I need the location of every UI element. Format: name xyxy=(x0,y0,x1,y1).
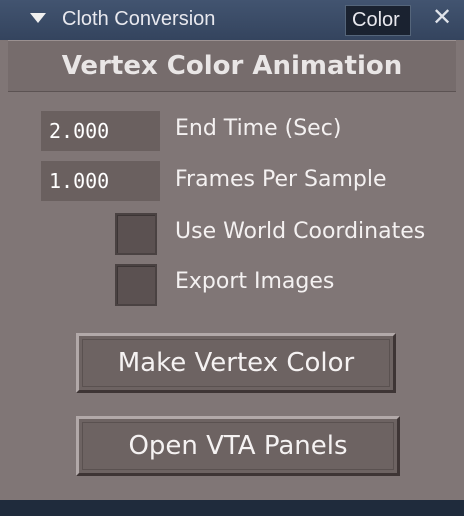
make-vertex-color-button[interactable]: Make Vertex Color xyxy=(76,333,396,393)
tab-color-label: Color xyxy=(352,9,400,31)
bottom-bar xyxy=(0,500,464,516)
panel-title: Cloth Conversion xyxy=(62,8,216,30)
section-heading: Vertex Color Animation xyxy=(8,40,456,92)
open-vta-panels-label: Open VTA Panels xyxy=(128,431,348,461)
tab-color[interactable]: Color xyxy=(345,5,411,36)
make-vertex-color-label: Make Vertex Color xyxy=(117,348,355,378)
use-world-coordinates-label: Use World Coordinates xyxy=(175,219,426,244)
open-vta-panels-button[interactable]: Open VTA Panels xyxy=(76,416,400,476)
export-images-label: Export Images xyxy=(175,269,335,294)
use-world-coordinates-checkbox[interactable] xyxy=(115,213,157,255)
frames-per-sample-input[interactable]: 1.000 xyxy=(41,161,160,201)
collapse-arrow-icon[interactable] xyxy=(30,13,46,23)
frames-per-sample-label: Frames Per Sample xyxy=(175,167,387,192)
end-time-label: End Time (Sec) xyxy=(175,116,342,141)
panel-titlebar[interactable]: Cloth Conversion Color ✕ xyxy=(0,0,464,40)
close-icon[interactable]: ✕ xyxy=(432,3,452,32)
export-images-checkbox[interactable] xyxy=(115,264,157,306)
end-time-input[interactable]: 2.000 xyxy=(41,111,160,151)
